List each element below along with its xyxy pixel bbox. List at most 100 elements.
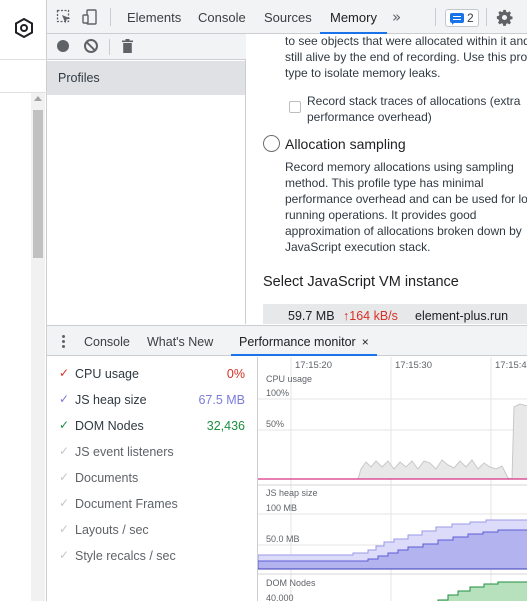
text-line: performance overhead) xyxy=(307,110,432,124)
vm-instance-row[interactable]: 59.7 MB ↑164 kB/s element-plus.run xyxy=(263,304,527,324)
device-toolbar-icon[interactable] xyxy=(82,9,98,25)
text-line: approximation of allocations broken down… xyxy=(285,224,522,238)
text-line: JavaScript execution stack. xyxy=(285,240,431,254)
metric-label: DOM Nodes xyxy=(75,419,144,433)
divider xyxy=(0,59,47,60)
metric-row[interactable]: ✓ Document Frames xyxy=(47,491,257,517)
metric-value: 32,436 xyxy=(206,419,245,433)
drawer-tab-performance-monitor[interactable]: Performance monitor × xyxy=(231,326,377,356)
allocation-sampling-title[interactable]: Allocation sampling xyxy=(285,136,406,152)
vm-instance-heading: Select JavaScript VM instance xyxy=(263,274,459,290)
drawer-tab-console[interactable]: Console xyxy=(84,326,130,356)
cpu-graph-title: CPU usage xyxy=(266,374,312,384)
close-icon[interactable]: × xyxy=(362,335,369,349)
profiles-sidebar: Profiles xyxy=(47,34,246,324)
settings-gear-icon[interactable] xyxy=(496,9,513,26)
checkmark-icon[interactable]: ✓ xyxy=(59,366,69,380)
tab-label: Performance monitor xyxy=(239,335,356,349)
tab-console[interactable]: Console xyxy=(198,0,246,34)
graphs-canvas: 17:15:20 17:15:30 17:15:40 CPU usage 100% 50%… xyxy=(258,357,527,601)
drawer-tab-whats-new[interactable]: What's New xyxy=(147,326,213,356)
timeline-description: to see objects that were allocated withi… xyxy=(285,34,527,81)
allocation-sampling-description: Record memory allocations using sampling… xyxy=(285,159,527,255)
issues-counter-button[interactable]: 2 xyxy=(445,9,479,27)
tab-memory[interactable]: Memory xyxy=(320,0,387,34)
tab-sources[interactable]: Sources xyxy=(264,0,312,34)
time-label: 17:15:40 xyxy=(495,360,527,371)
page-scrollbar-thumb[interactable] xyxy=(33,110,43,258)
metric-label: Document Frames xyxy=(75,497,178,511)
allocation-sampling-radio[interactable] xyxy=(263,135,280,152)
text-line: Record stack traces of allocations (extr… xyxy=(307,94,521,108)
toolbar-separator xyxy=(109,39,110,55)
metric-label: Style recalcs / sec xyxy=(75,549,176,563)
scroll-up-arrow-icon[interactable] xyxy=(34,96,42,101)
extension-hexagon-icon[interactable] xyxy=(14,18,34,38)
metric-row[interactable]: ✓ JS heap size 67.5 MB xyxy=(47,387,257,413)
checkmark-icon[interactable]: ✓ xyxy=(59,418,69,432)
record-stack-traces-label: Record stack traces of allocations (extr… xyxy=(307,93,520,125)
text-line: type to isolate memory leaks. xyxy=(285,66,441,80)
dom-nodes-area xyxy=(437,581,527,601)
vm-instance-name: element-plus.run xyxy=(415,309,509,323)
record-stack-traces-checkbox[interactable] xyxy=(289,101,301,113)
text-line: performance overhead and can be used for… xyxy=(285,192,527,206)
drawer-panel: Console What's New Performance monitor × … xyxy=(47,325,527,601)
drawer-tabbar: Console What's New Performance monitor × xyxy=(47,326,527,356)
heap-graph-title: JS heap size xyxy=(266,488,318,498)
metric-row[interactable]: ✓ JS event listeners xyxy=(47,439,257,465)
vm-allocation-rate: ↑164 kB/s xyxy=(343,309,398,323)
memory-profile-options: to see objects that were allocated withi… xyxy=(247,34,527,324)
devtools-panel: Elements Console Sources Memory » 2 Prof… xyxy=(47,0,527,601)
sidebar-item-label: Profiles xyxy=(58,71,100,85)
text-line: Record memory allocations using sampling xyxy=(285,160,514,174)
clear-all-icon[interactable] xyxy=(84,39,98,53)
message-icon xyxy=(450,13,464,25)
issues-count: 2 xyxy=(467,11,474,25)
text-line: running operations. It provides good xyxy=(285,208,477,222)
checkmark-icon[interactable]: ✓ xyxy=(59,548,69,562)
checkmark-icon[interactable]: ✓ xyxy=(59,392,69,406)
metrics-list: ✓ CPU usage 0% ✓ JS heap size 67.5 MB ✓ DOM Nod… xyxy=(47,357,257,601)
metric-label: Layouts / sec xyxy=(75,523,149,537)
checkmark-icon[interactable]: ✓ xyxy=(59,444,69,458)
cpu-area xyxy=(258,403,527,480)
dom-tick-label: 40,000 xyxy=(266,593,294,601)
drawer-menu-kebab-icon[interactable] xyxy=(62,335,65,348)
metric-value: 0% xyxy=(226,367,245,381)
trash-icon[interactable] xyxy=(122,39,133,53)
metric-row[interactable]: ✓ Layouts / sec xyxy=(47,517,257,543)
metric-label: CPU usage xyxy=(75,367,139,381)
text-line: to see objects that were allocated withi… xyxy=(285,34,527,48)
metric-value: 67.5 MB xyxy=(198,393,245,407)
metric-label: Documents xyxy=(75,471,139,485)
more-tabs-chevron-icon[interactable]: » xyxy=(392,0,401,34)
metric-label: JS event listeners xyxy=(75,445,174,459)
toolbar-separator xyxy=(110,8,111,26)
checkmark-icon[interactable]: ✓ xyxy=(59,470,69,484)
metric-row[interactable]: ✓ Documents xyxy=(47,465,257,491)
tab-elements[interactable]: Elements xyxy=(127,0,181,34)
time-label: 17:15:30 xyxy=(395,360,432,371)
record-icon[interactable] xyxy=(57,40,69,52)
time-label: 17:15:20 xyxy=(295,360,332,371)
metric-row[interactable]: ✓ Style recalcs / sec xyxy=(47,543,257,569)
sidebar-item-profiles[interactable]: Profiles xyxy=(47,61,245,95)
metric-label: JS heap size xyxy=(75,393,147,407)
toolbar-separator xyxy=(435,8,436,26)
heap-tick-label: 100 MB xyxy=(266,503,297,513)
page-strip xyxy=(0,0,47,601)
profiler-toolbar xyxy=(47,34,246,60)
devtools-toolbar: Elements Console Sources Memory » 2 xyxy=(47,0,527,34)
checkmark-icon[interactable]: ✓ xyxy=(59,522,69,536)
dom-graph-title: DOM Nodes xyxy=(266,578,316,588)
heap-tick-label: 50.0 MB xyxy=(266,534,300,544)
text-line: still alive by the end of recording. Use… xyxy=(285,50,527,64)
inspect-element-icon[interactable] xyxy=(56,9,72,25)
performance-graphs: 17:15:20 17:15:30 17:15:40 CPU usage 100% 50%… xyxy=(257,357,527,601)
checkmark-icon[interactable]: ✓ xyxy=(59,496,69,510)
metric-row[interactable]: ✓ CPU usage 0% xyxy=(47,361,257,387)
metric-row[interactable]: ✓ DOM Nodes 32,436 xyxy=(47,413,257,439)
vm-heap-size: 59.7 MB xyxy=(288,309,335,323)
cpu-tick-label: 100% xyxy=(266,388,289,398)
